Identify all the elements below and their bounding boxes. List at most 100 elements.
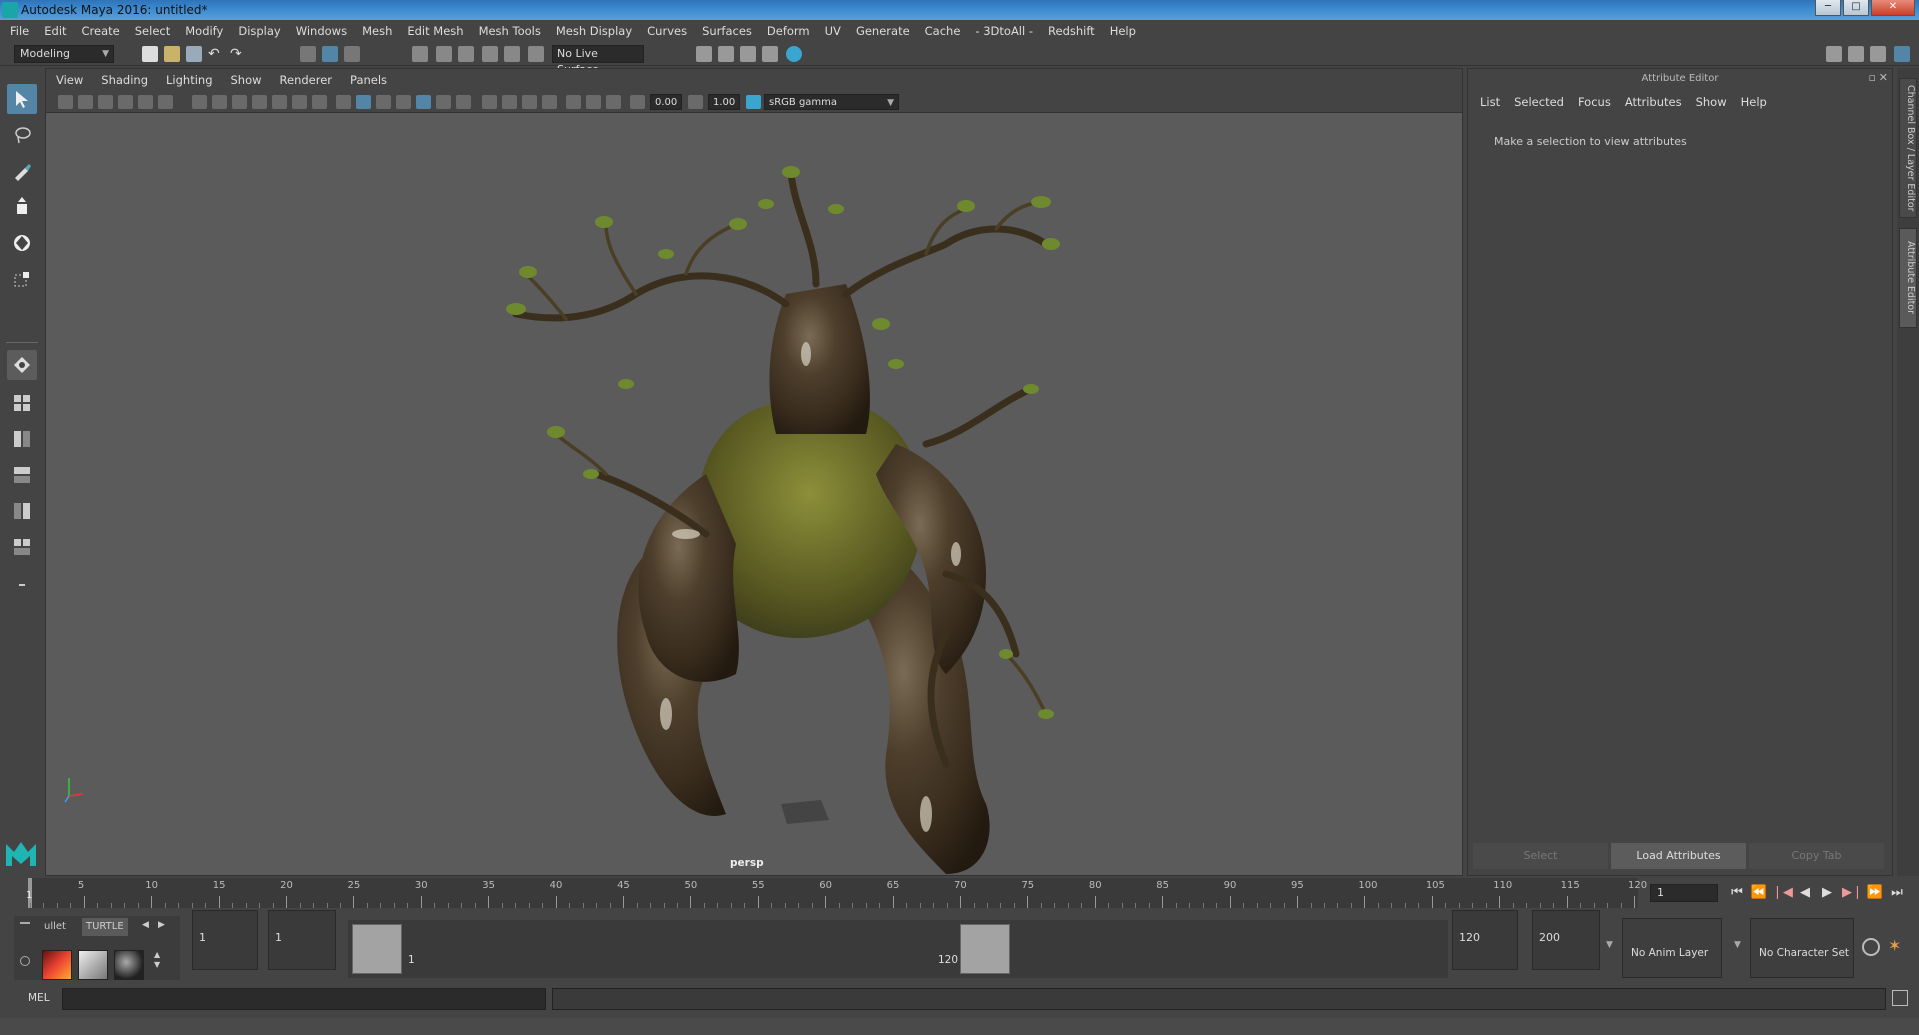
exposure-field[interactable]: 0.00 — [650, 94, 682, 110]
panel-menu-lighting[interactable]: Lighting — [166, 73, 212, 87]
view-transform-dropdown[interactable]: sRGB gamma ▼ — [764, 94, 899, 110]
save-scene-icon[interactable] — [186, 46, 202, 62]
menu-deform[interactable]: Deform — [767, 24, 810, 38]
playback-start-field[interactable]: 1 — [268, 910, 336, 970]
hypershade-layout-button[interactable] — [7, 532, 37, 562]
persp-graph-layout-button[interactable] — [7, 496, 37, 526]
playback-end-field[interactable]: 120 — [1452, 910, 1518, 970]
menu-file[interactable]: File — [10, 24, 29, 38]
isolate-select-icon[interactable] — [542, 95, 557, 109]
range-start-handle[interactable] — [352, 924, 402, 974]
wireframe-on-shaded-icon[interactable] — [376, 95, 391, 109]
select-hierarchy-icon[interactable] — [300, 46, 316, 62]
render-settings-icon[interactable] — [762, 46, 778, 62]
smooth-shade-icon[interactable] — [356, 95, 371, 109]
more-layouts-button[interactable] — [7, 574, 37, 596]
paint-select-tool-button[interactable] — [7, 156, 37, 186]
ae-menu-focus[interactable]: Focus — [1578, 95, 1611, 109]
go-to-start-icon[interactable]: ⏮ — [1728, 884, 1746, 902]
ae-menu-show[interactable]: Show — [1696, 95, 1727, 109]
depth-of-field-icon[interactable] — [522, 95, 537, 109]
rotate-tool-button[interactable] — [7, 228, 37, 258]
camera-attributes-icon[interactable] — [78, 95, 93, 109]
snap-curve-icon[interactable] — [436, 46, 452, 62]
maximize-button[interactable]: □ — [1843, 0, 1869, 16]
range-slider-track[interactable]: 1 120 — [348, 920, 1448, 978]
shelf-scroll-right-icon[interactable]: ▶ — [158, 920, 165, 930]
two-view-layout-button[interactable] — [7, 424, 37, 454]
xray-joints-icon[interactable] — [586, 95, 601, 109]
resolution-gate-icon[interactable] — [232, 95, 247, 109]
attribute-editor-tab[interactable]: Attribute Editor — [1899, 228, 1917, 328]
new-scene-icon[interactable] — [142, 46, 158, 62]
safe-action-icon[interactable] — [292, 95, 307, 109]
image-plane-icon[interactable] — [118, 95, 133, 109]
script-editor-icon[interactable] — [1892, 990, 1908, 1006]
character-set-dropdown[interactable]: No Character Set — [1750, 918, 1854, 978]
minimize-button[interactable]: ─ — [1815, 0, 1841, 16]
menu-mesh[interactable]: Mesh — [362, 24, 392, 38]
film-gate-icon[interactable] — [212, 95, 227, 109]
channel-box-tab[interactable]: Channel Box / Layer Editor — [1899, 78, 1917, 218]
menu-select[interactable]: Select — [135, 24, 170, 38]
go-to-end-icon[interactable]: ⏭ — [1888, 884, 1906, 902]
menu-display[interactable]: Display — [238, 24, 280, 38]
redo-icon[interactable]: ↷ — [230, 46, 246, 62]
magnet-icon[interactable] — [528, 46, 544, 62]
use-all-lights-icon[interactable] — [416, 95, 431, 109]
auto-key-icon[interactable] — [1862, 938, 1880, 956]
shelf-tab-turtle[interactable]: TURTLE — [82, 918, 128, 936]
four-view-layout-button[interactable] — [7, 388, 37, 418]
panel-menu-shading[interactable]: Shading — [101, 73, 148, 87]
field-chart-icon[interactable] — [272, 95, 287, 109]
animation-start-field[interactable]: 1 — [192, 910, 258, 970]
range-end-handle[interactable] — [960, 924, 1010, 974]
panel-menu-panels[interactable]: Panels — [350, 73, 387, 87]
grid-icon[interactable] — [192, 95, 207, 109]
channel-box-toggle-icon[interactable] — [1894, 46, 1910, 62]
live-surface-field[interactable]: No Live Surface — [552, 45, 644, 76]
copy-tab-button[interactable]: Copy Tab — [1749, 843, 1884, 869]
menu-uv[interactable]: UV — [825, 24, 841, 38]
menu-edit-mesh[interactable]: Edit Mesh — [407, 24, 463, 38]
hypershade-icon[interactable] — [786, 46, 802, 62]
persp-outliner-layout-button[interactable] — [7, 460, 37, 490]
shelf-scroll-icon[interactable]: ▲ ▼ — [154, 950, 160, 970]
grease-pencil-icon[interactable] — [158, 95, 173, 109]
animation-preferences-icon[interactable]: ✶ — [1888, 936, 1901, 955]
menu-redshift[interactable]: Redshift — [1048, 24, 1095, 38]
menu-surfaces[interactable]: Surfaces — [702, 24, 752, 38]
close-panel-icon[interactable]: ✕ — [1879, 71, 1888, 84]
step-forward-frame-icon[interactable]: ▶❘ — [1842, 884, 1863, 902]
ae-menu-attributes[interactable]: Attributes — [1625, 95, 1682, 109]
play-forwards-icon[interactable]: ▶ — [1818, 884, 1836, 902]
panel-menu-view[interactable]: View — [56, 73, 83, 87]
undo-icon[interactable]: ↶ — [208, 46, 224, 62]
chevron-down-icon[interactable]: ▼ — [1606, 940, 1613, 950]
mel-label[interactable]: MEL — [28, 992, 50, 1004]
exposure-icon[interactable] — [630, 95, 645, 109]
snap-view-plane-icon[interactable] — [482, 46, 498, 62]
panel-menu-renderer[interactable]: Renderer — [280, 73, 333, 87]
select-object-icon[interactable] — [322, 46, 338, 62]
step-back-frame-icon[interactable]: ❘◀ — [1772, 884, 1793, 902]
menu-modify[interactable]: Modify — [185, 24, 223, 38]
tool-settings-icon[interactable] — [1870, 46, 1886, 62]
menu-curves[interactable]: Curves — [647, 24, 687, 38]
menu-help[interactable]: Help — [1110, 24, 1136, 38]
persp-viewport[interactable] — [46, 114, 1462, 875]
ae-menu-selected[interactable]: Selected — [1514, 95, 1564, 109]
panel-menu-show[interactable]: Show — [231, 73, 262, 87]
menu-windows[interactable]: Windows — [296, 24, 347, 38]
animation-end-field[interactable]: 200 — [1532, 910, 1600, 970]
single-perspective-layout-button[interactable] — [7, 350, 37, 380]
select-camera-icon[interactable] — [58, 95, 73, 109]
gamma-field[interactable]: 1.00 — [708, 94, 740, 110]
anim-layer-dropdown[interactable]: No Anim Layer — [1622, 918, 1722, 978]
wireframe-icon[interactable] — [336, 95, 351, 109]
move-tool-button[interactable] — [7, 192, 37, 222]
ae-menu-list[interactable]: List — [1480, 95, 1500, 109]
menu-cache[interactable]: Cache — [925, 24, 961, 38]
gamma-icon[interactable] — [688, 95, 703, 109]
xray-icon[interactable] — [566, 95, 581, 109]
